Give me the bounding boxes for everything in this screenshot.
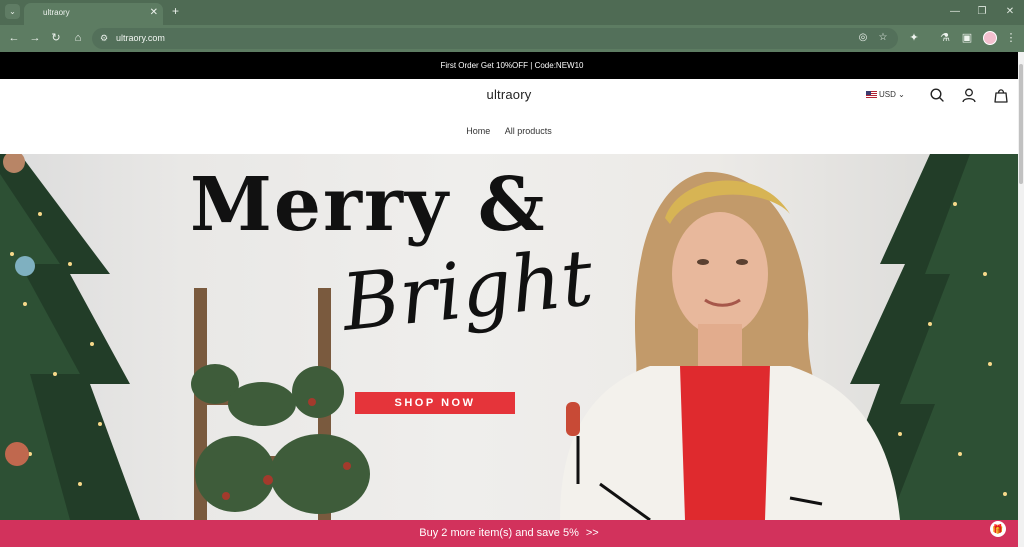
bundle-promo-bar[interactable]: Buy 2 more item(s) and save 5% >>	[0, 520, 1018, 547]
promo-arrow: >>	[585, 527, 599, 539]
bookmark-star-icon[interactable]: ☆	[876, 31, 890, 45]
cart-bag-icon[interactable]	[993, 87, 1009, 103]
currency-label: USD	[879, 90, 896, 99]
nav-home-link[interactable]: Home	[466, 126, 490, 136]
shop-now-button[interactable]: SHOP NOW	[355, 392, 515, 414]
extensions-icon[interactable]: ✦	[906, 30, 922, 46]
nav-all-products-link[interactable]: All products	[505, 126, 552, 136]
us-flag-icon	[866, 91, 877, 98]
site-info-icon[interactable]: ⚙	[98, 32, 110, 44]
scrollbar-thumb[interactable]	[1019, 64, 1023, 184]
hero-banner[interactable]: Merry & Bright SHOP NOW	[0, 154, 1018, 520]
profile-avatar[interactable]	[983, 31, 997, 45]
tab-search-chevron-icon[interactable]: ⌄	[5, 4, 20, 19]
browser-tab[interactable]: ultraory ✕	[24, 3, 163, 25]
page-scrollbar[interactable]	[1018, 52, 1024, 547]
more-menu-icon[interactable]: ⋮	[1003, 30, 1019, 46]
tab-close-icon[interactable]: ✕	[150, 7, 158, 19]
browser-toolbar: ← → ↻ ⌂ ⚙ ultraory.com ◎ ☆ ✦ ⚗ ▣ ⋮	[0, 25, 1024, 52]
main-nav: Home All products	[0, 126, 1018, 136]
gift-icon[interactable]: 🎁	[990, 521, 1006, 537]
reload-icon[interactable]: ↻	[48, 30, 64, 46]
account-icon[interactable]	[961, 87, 977, 103]
back-arrow-icon[interactable]: ←	[6, 30, 22, 46]
chevron-down-icon: ⌄	[898, 90, 905, 99]
browser-tab-strip: ⌄ ultraory ✕ + — ❐ ✕	[0, 0, 1024, 25]
side-panel-icon[interactable]: ▣	[959, 30, 975, 46]
labs-flask-icon[interactable]: ⚗	[937, 30, 953, 46]
currency-selector[interactable]: USD ⌄	[866, 89, 905, 101]
tab-title: ultraory	[43, 8, 70, 17]
home-icon[interactable]: ⌂	[70, 30, 86, 46]
search-icon[interactable]	[929, 87, 945, 103]
store-header: ultraory USD ⌄ Home All products	[0, 79, 1018, 154]
new-tab-button[interactable]: +	[168, 4, 183, 19]
window-minimize-button[interactable]: —	[946, 4, 964, 19]
window-close-button[interactable]: ✕	[1001, 4, 1019, 19]
url-text[interactable]: ultraory.com	[116, 33, 165, 43]
promo-text: Buy 2 more item(s) and save 5%	[419, 527, 579, 539]
window-restore-button[interactable]: ❐	[973, 4, 991, 19]
hero-headline: Merry &	[190, 162, 547, 248]
forward-arrow-icon[interactable]: →	[27, 30, 43, 46]
eye-slash-icon[interactable]: ◎	[856, 31, 870, 45]
announcement-bar: First Order Get 10%OFF | Code:NEW10	[0, 52, 1024, 79]
address-bar[interactable]: ⚙ ultraory.com ◎ ☆	[92, 28, 898, 49]
